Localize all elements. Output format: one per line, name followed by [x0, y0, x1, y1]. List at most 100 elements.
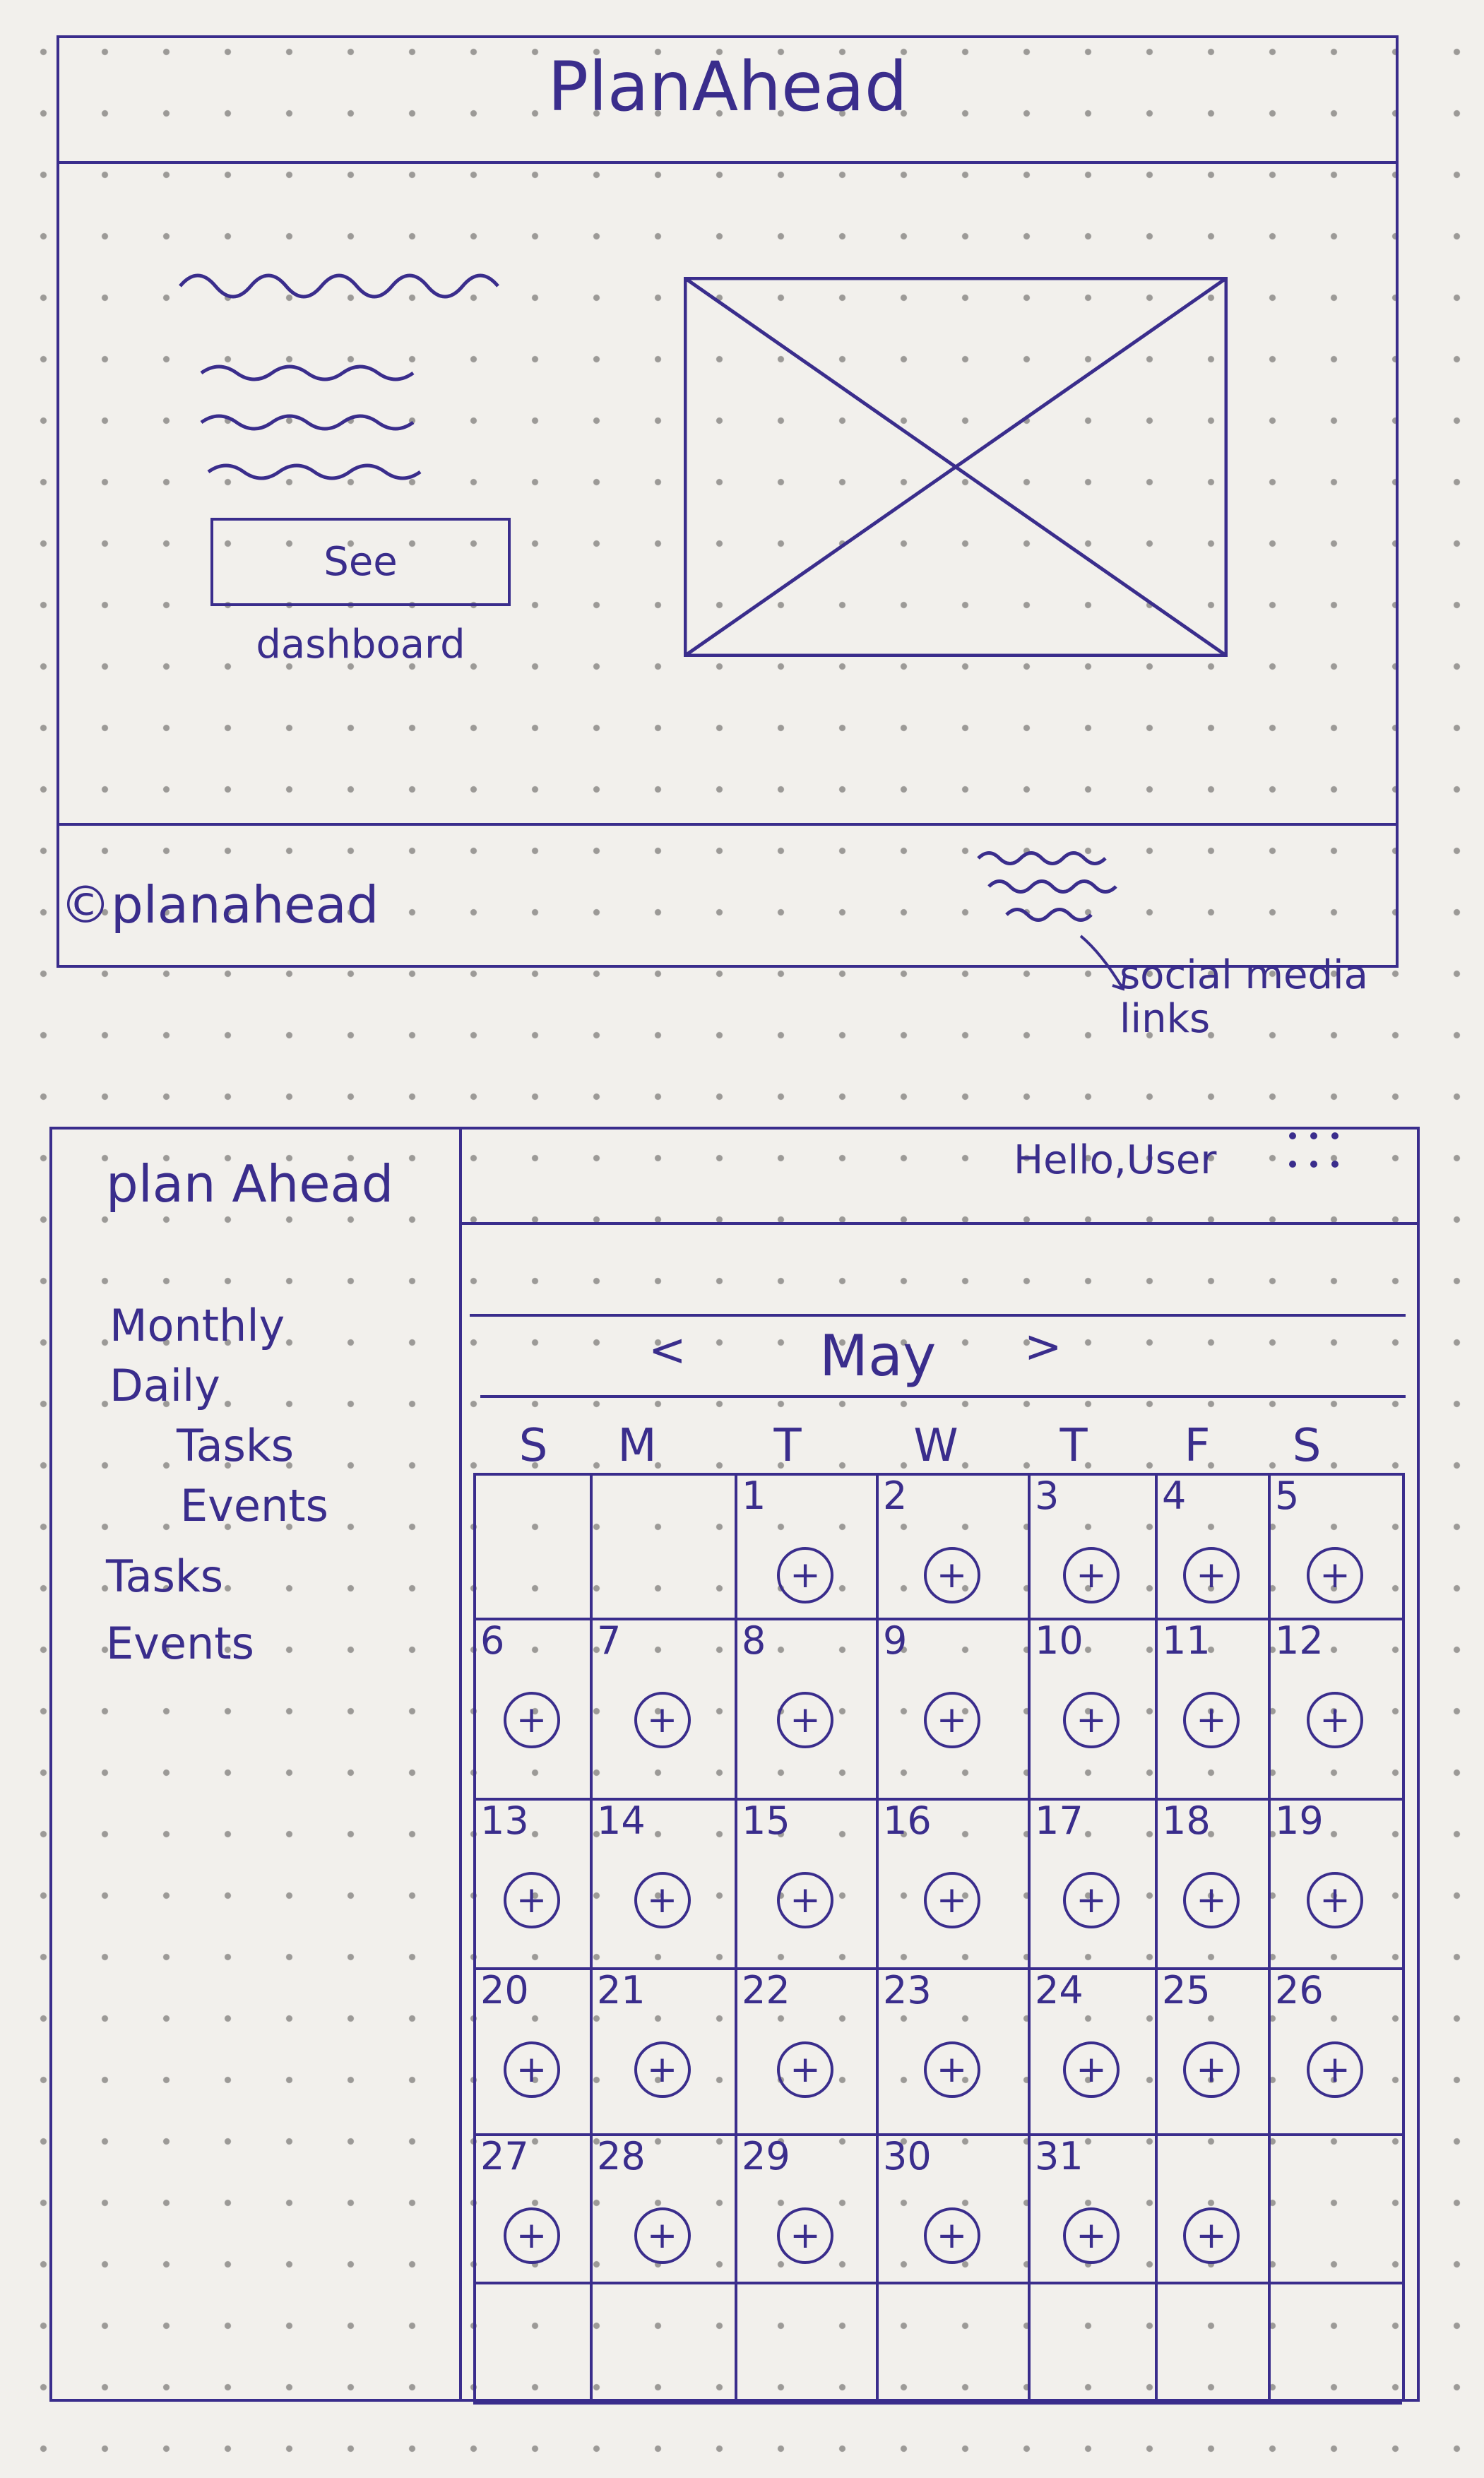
sidebar-item-tasks[interactable]: Tasks [106, 1551, 223, 1602]
add-item-button[interactable]: + [634, 2207, 691, 2264]
add-item-button[interactable]: + [1307, 2041, 1363, 2098]
footer-copyright: ©planahead [60, 875, 379, 935]
sidebar-item-daily[interactable]: Daily [109, 1360, 220, 1411]
add-item-button[interactable]: + [777, 1547, 833, 1603]
text-placeholder-1 [200, 364, 415, 381]
social-media-links[interactable] [975, 841, 1123, 932]
weekday-sat: S [1292, 1420, 1322, 1472]
weekday-tue: T [773, 1420, 802, 1472]
add-item-button[interactable]: + [634, 1692, 691, 1748]
day-number: 27 [480, 2134, 529, 2178]
add-item-button[interactable]: + [503, 1692, 560, 1748]
text-placeholder-2 [200, 414, 415, 431]
day-number: 22 [742, 1968, 790, 2012]
calendar-day-cell: 3 + [1028, 1473, 1155, 1618]
day-number: 19 [1275, 1798, 1324, 1843]
sidebar-item-events[interactable]: Events [106, 1618, 254, 1669]
weekday-sun: S [518, 1420, 548, 1472]
sidebar-item-daily-events[interactable]: Events [180, 1480, 328, 1531]
add-item-button[interactable]: + [777, 2041, 833, 2098]
add-item-button[interactable]: + [1183, 2041, 1240, 2098]
calendar-day-cell: 4 + [1155, 1473, 1268, 1618]
day-number: 12 [1275, 1618, 1324, 1663]
calendar-day-cell: 29 + [735, 2133, 876, 2282]
day-number: 20 [480, 1968, 529, 2012]
day-number: 28 [597, 2134, 646, 2178]
next-month-button[interactable]: > [1024, 1324, 1062, 1370]
sidebar-item-daily-tasks[interactable]: Tasks [177, 1420, 294, 1471]
add-item-button[interactable]: + [1307, 1692, 1363, 1748]
text-placeholder-3 [207, 463, 422, 480]
see-dashboard-button[interactable]: See dashboard [210, 518, 511, 668]
weekday-fri: F [1184, 1420, 1211, 1472]
image-placeholder [684, 277, 1228, 657]
calendar-day-cell: 30 + [876, 2133, 1028, 2282]
calendar-day-cell: 31 + [1028, 2133, 1155, 2282]
day-number: 17 [1035, 1798, 1084, 1843]
add-item-button[interactable]: + [923, 1547, 980, 1603]
add-item-button[interactable]: + [1063, 2041, 1120, 2098]
calendar-day-cell: 28 + [590, 2133, 735, 2282]
weekday-wed: W [913, 1420, 958, 1472]
add-item-button[interactable]: + [1307, 1547, 1363, 1603]
calendar-day-cell: + [1155, 2133, 1268, 2282]
calendar-day-cell: 11 + [1155, 1618, 1268, 1798]
month-nav-divider [480, 1395, 1406, 1398]
calendar-column-line [1402, 1473, 1405, 2402]
add-item-button[interactable]: + [1183, 1547, 1240, 1603]
more-options-icon[interactable] [1275, 1123, 1353, 1180]
calendar-day-cell: 18 + [1155, 1798, 1268, 1967]
sidebar-brand: plan Ahead [106, 1154, 394, 1214]
calendar-day-cell: 8 + [735, 1618, 876, 1798]
add-item-button[interactable]: + [503, 1872, 560, 1928]
topbar-divider [459, 1222, 1420, 1225]
calendar-day-cell: 24 + [1028, 1967, 1155, 2133]
day-number: 24 [1035, 1968, 1084, 2012]
add-item-button[interactable]: + [1063, 1692, 1120, 1748]
add-item-button[interactable]: + [777, 1692, 833, 1748]
day-number: 14 [597, 1798, 646, 1843]
social-links-annotation: social media links [1120, 952, 1368, 1042]
calendar-day-cell: 5 + [1268, 1473, 1402, 1618]
day-number: 25 [1162, 1968, 1211, 2012]
add-item-button[interactable]: + [1307, 1872, 1363, 1928]
add-item-button[interactable]: + [923, 1872, 980, 1928]
day-number: 13 [480, 1798, 529, 1843]
calendar-day-cell: 7 + [590, 1618, 735, 1798]
calendar-day-cell: 19 + [1268, 1798, 1402, 1967]
add-item-button[interactable]: + [923, 1692, 980, 1748]
weekday-mon: M [617, 1420, 657, 1472]
footer-divider [57, 823, 1399, 826]
add-item-button[interactable]: + [923, 2207, 980, 2264]
user-greeting: Hello,User [1014, 1137, 1217, 1183]
add-item-button[interactable]: + [634, 2041, 691, 2098]
calendar-day-cell: 2 + [876, 1473, 1028, 1618]
add-item-button[interactable]: + [777, 2207, 833, 2264]
calendar-day-cell: 27 + [473, 2133, 590, 2282]
calendar-day-cell: 1 + [735, 1473, 876, 1618]
day-number: 7 [597, 1618, 622, 1663]
add-item-button[interactable]: + [923, 2041, 980, 2098]
calendar-day-cell: 6 + [473, 1618, 590, 1798]
day-number: 18 [1162, 1798, 1211, 1843]
calendar-day-cell: 9 + [876, 1618, 1028, 1798]
add-item-button[interactable]: + [1063, 1872, 1120, 1928]
day-number: 16 [883, 1798, 932, 1843]
sidebar-item-monthly[interactable]: Monthly [109, 1300, 285, 1351]
calendar-day-cell: 10 + [1028, 1618, 1155, 1798]
add-item-button[interactable]: + [1063, 1547, 1120, 1603]
sidebar-divider [459, 1127, 462, 2402]
add-item-button[interactable]: + [634, 1872, 691, 1928]
add-item-button[interactable]: + [1063, 2207, 1120, 2264]
add-item-button[interactable]: + [503, 2041, 560, 2098]
calendar-day-cell: 21 + [590, 1967, 735, 2133]
add-item-button[interactable]: + [1183, 2207, 1240, 2264]
day-number: 21 [597, 1968, 646, 2012]
add-item-button[interactable]: + [1183, 1872, 1240, 1928]
add-item-button[interactable]: + [1183, 1692, 1240, 1748]
calendar-day-cell: 23 + [876, 1967, 1028, 2133]
prev-month-button[interactable]: < [648, 1328, 687, 1373]
add-item-button[interactable]: + [777, 1872, 833, 1928]
add-item-button[interactable]: + [503, 2207, 560, 2264]
day-number: 9 [883, 1618, 908, 1663]
